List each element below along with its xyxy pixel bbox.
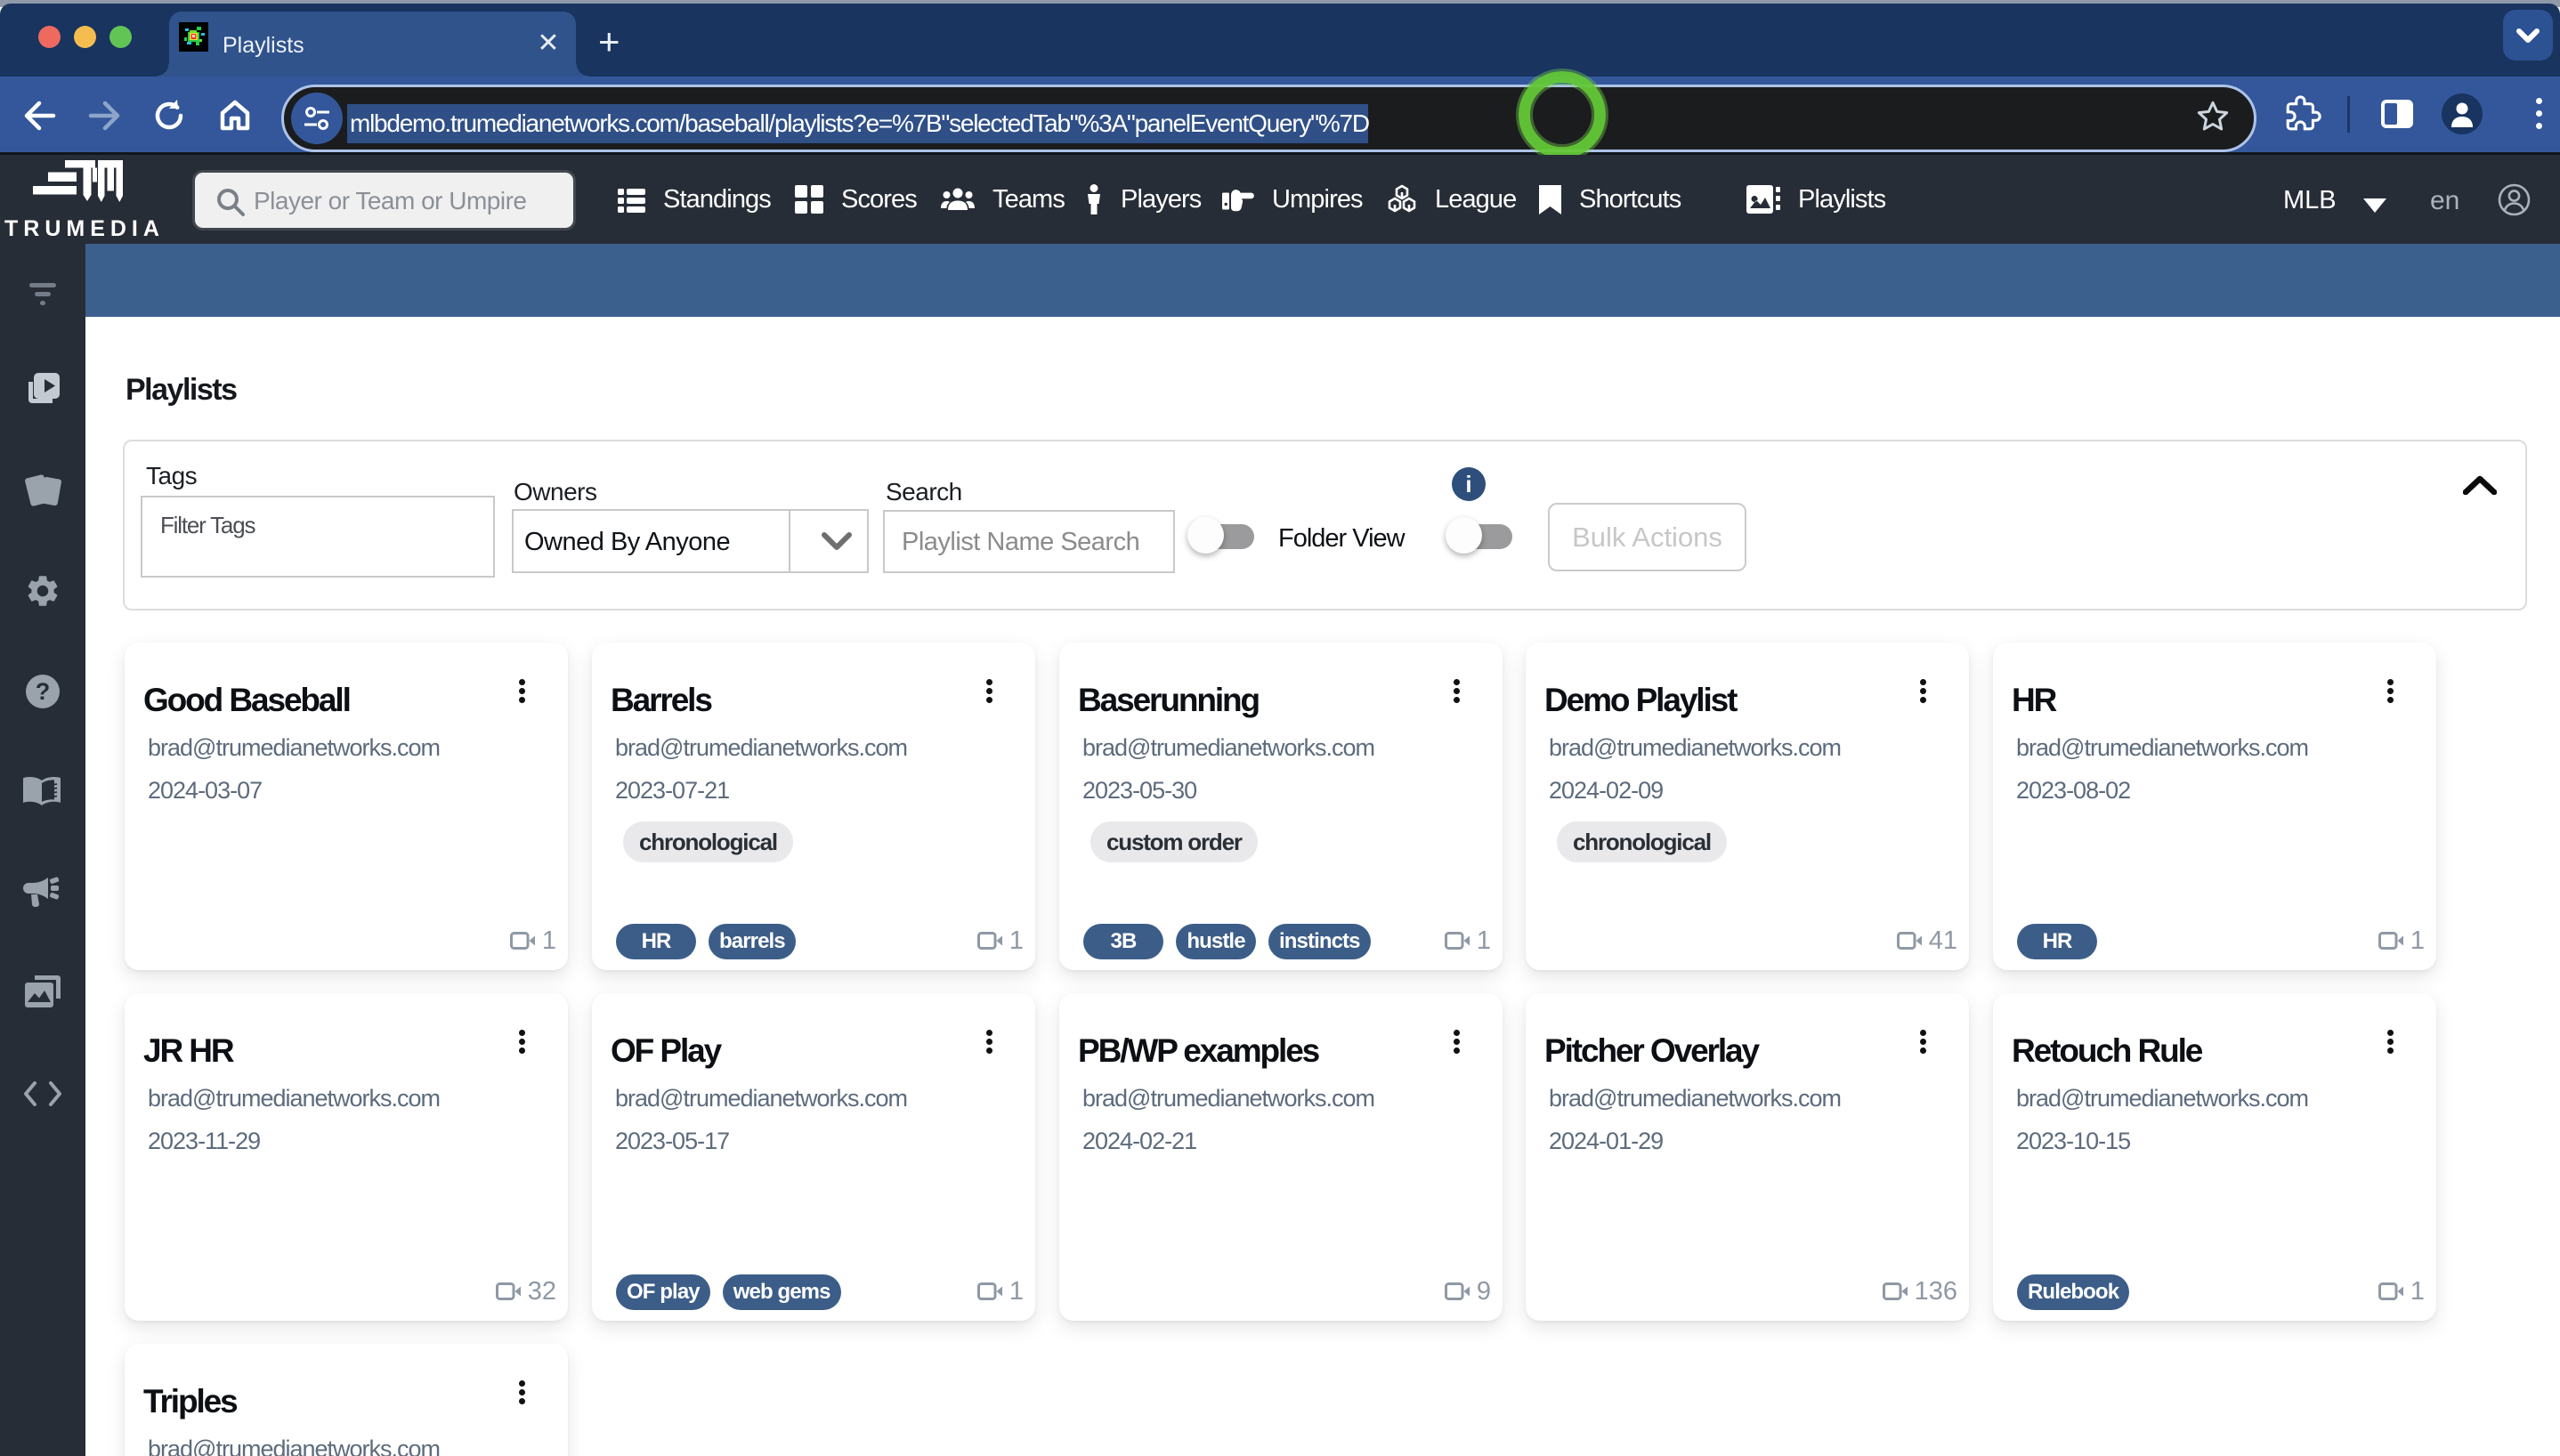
svg-text:?: ?	[36, 678, 51, 705]
